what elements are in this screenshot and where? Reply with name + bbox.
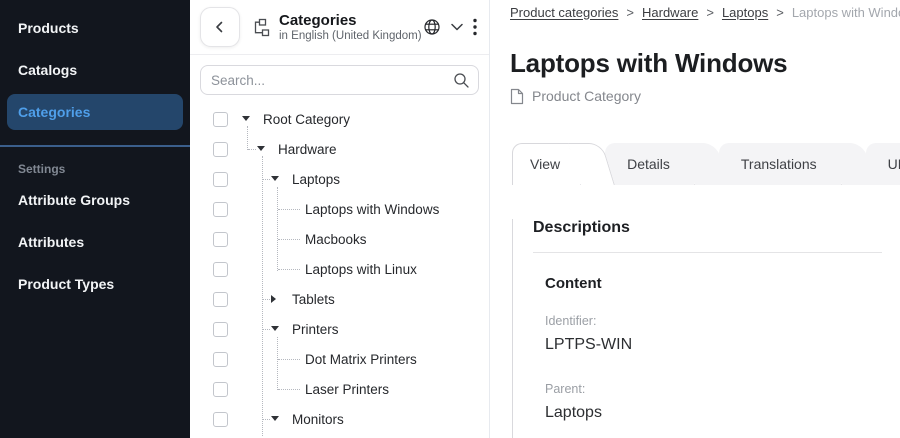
sidebar-section-settings: Settings [18, 161, 190, 177]
caret-down-icon[interactable] [271, 326, 279, 331]
field-value-parent: Laptops [545, 404, 900, 422]
sidebar-item-label: Categories [18, 104, 90, 120]
sidebar-item-label: Product Types [18, 276, 114, 292]
caret-down-icon[interactable] [271, 416, 279, 421]
sidebar-item-label: Catalogs [18, 62, 77, 78]
checkbox[interactable] [213, 172, 228, 187]
caret-right-icon[interactable] [271, 295, 276, 303]
breadcrumb-separator: > [626, 5, 634, 20]
tab-url[interactable]: URL [866, 143, 900, 185]
chevron-left-icon [212, 19, 228, 35]
tree-item-tablets[interactable]: Tablets [190, 285, 489, 315]
sidebar-item-label: Products [18, 20, 79, 36]
breadcrumb-separator: > [776, 5, 784, 20]
checkbox[interactable] [213, 382, 228, 397]
caret-down-icon[interactable] [271, 176, 279, 181]
sidebar-item-product-types[interactable]: Product Types [7, 266, 183, 302]
category-detail-pane: Product categories > Hardware > Laptops … [490, 0, 900, 438]
search-icon [453, 72, 470, 94]
panel-more-button[interactable] [473, 18, 477, 36]
category-tree: Root Category Hardware Laptops Laptops w… [190, 105, 489, 435]
sidebar-divider [0, 145, 190, 147]
tree-item-printers[interactable]: Printers [190, 315, 489, 345]
locale-globe-button[interactable] [423, 18, 441, 36]
caret-down-icon[interactable] [257, 146, 265, 151]
category-tree-panel: Categories in English (United Kingdom) [190, 0, 490, 438]
tree-item-hardware[interactable]: Hardware [190, 135, 489, 165]
sidebar-item-categories[interactable]: Categories [7, 94, 183, 130]
tree-item-laptops[interactable]: Laptops [190, 165, 489, 195]
entity-type-row: Product Category [510, 87, 900, 105]
breadcrumb-link-hardware[interactable]: Hardware [642, 5, 698, 20]
panel-header: Categories in English (United Kingdom) [190, 0, 489, 55]
page-title: Laptops with Windows [510, 48, 900, 78]
sidebar-item-catalogs[interactable]: Catalogs [7, 52, 183, 88]
tab-translations[interactable]: Translations [719, 143, 863, 185]
kebab-menu-icon [473, 18, 477, 36]
locale-dropdown-button[interactable] [451, 23, 463, 31]
sidebar-item-label: Attribute Groups [18, 192, 130, 208]
caret-down-icon[interactable] [242, 116, 250, 121]
breadcrumb-separator: > [706, 5, 714, 20]
app-window: Products Catalogs Categories Settings At… [0, 0, 900, 438]
breadcrumb-link-product-categories[interactable]: Product categories [510, 5, 618, 20]
search-box [200, 65, 479, 95]
tree-item-macbooks[interactable]: Macbooks [190, 225, 489, 255]
panel-title-block: Categories in English (United Kingdom) [279, 12, 423, 43]
checkbox[interactable] [213, 412, 228, 427]
field-value-identifier: LPTPS-WIN [545, 336, 900, 354]
field-label-parent: Parent: [545, 382, 900, 396]
checkbox[interactable] [213, 202, 228, 217]
tree-item-laptops-with-linux[interactable]: Laptops with Linux [190, 255, 489, 285]
panel-locale-subtitle: in English (United Kingdom) [279, 29, 423, 43]
chevron-down-icon [451, 23, 463, 31]
checkbox[interactable] [213, 292, 228, 307]
tab-view[interactable]: View [512, 143, 602, 185]
tab-details[interactable]: Details [605, 143, 716, 185]
breadcrumb: Product categories > Hardware > Laptops … [510, 4, 900, 20]
tab-bar: View Details Translations URL [512, 143, 900, 185]
field-label-identifier: Identifier: [545, 314, 900, 328]
tree-item-laptops-with-windows[interactable]: Laptops with Windows [190, 195, 489, 225]
sidebar-item-products[interactable]: Products [7, 10, 183, 46]
panel-header-actions [423, 18, 477, 36]
section-heading-descriptions: Descriptions [533, 219, 900, 237]
back-button[interactable] [200, 7, 240, 47]
globe-icon [423, 18, 441, 36]
category-tree-icon [252, 18, 271, 37]
search-input[interactable] [200, 65, 479, 95]
checkbox[interactable] [213, 142, 228, 157]
breadcrumb-link-laptops[interactable]: Laptops [722, 5, 768, 20]
sidebar: Products Catalogs Categories Settings At… [0, 0, 190, 438]
tree-item-dot-matrix-printers[interactable]: Dot Matrix Printers [190, 345, 489, 375]
checkbox[interactable] [213, 232, 228, 247]
sidebar-item-attributes[interactable]: Attributes [7, 224, 183, 260]
group-heading-content: Content [545, 275, 900, 292]
document-icon [510, 88, 524, 105]
tree-item-laser-printers[interactable]: Laser Printers [190, 375, 489, 405]
checkbox[interactable] [213, 262, 228, 277]
checkbox[interactable] [213, 112, 228, 127]
tab-content-view: Descriptions Content Identifier: LPTPS-W… [512, 219, 900, 438]
tree-item-root-category[interactable]: Root Category [190, 105, 489, 135]
detail-card: View Details Translations URL Descriptio… [512, 143, 900, 438]
entity-type-label: Product Category [532, 88, 641, 104]
sidebar-item-label: Attributes [18, 234, 84, 250]
checkbox[interactable] [213, 322, 228, 337]
checkbox[interactable] [213, 352, 228, 367]
breadcrumb-current: Laptops with Windows [792, 5, 900, 20]
panel-title: Categories [279, 12, 423, 29]
sidebar-item-attribute-groups[interactable]: Attribute Groups [7, 182, 183, 218]
section-divider [533, 252, 882, 253]
tree-item-monitors[interactable]: Monitors [190, 405, 489, 435]
